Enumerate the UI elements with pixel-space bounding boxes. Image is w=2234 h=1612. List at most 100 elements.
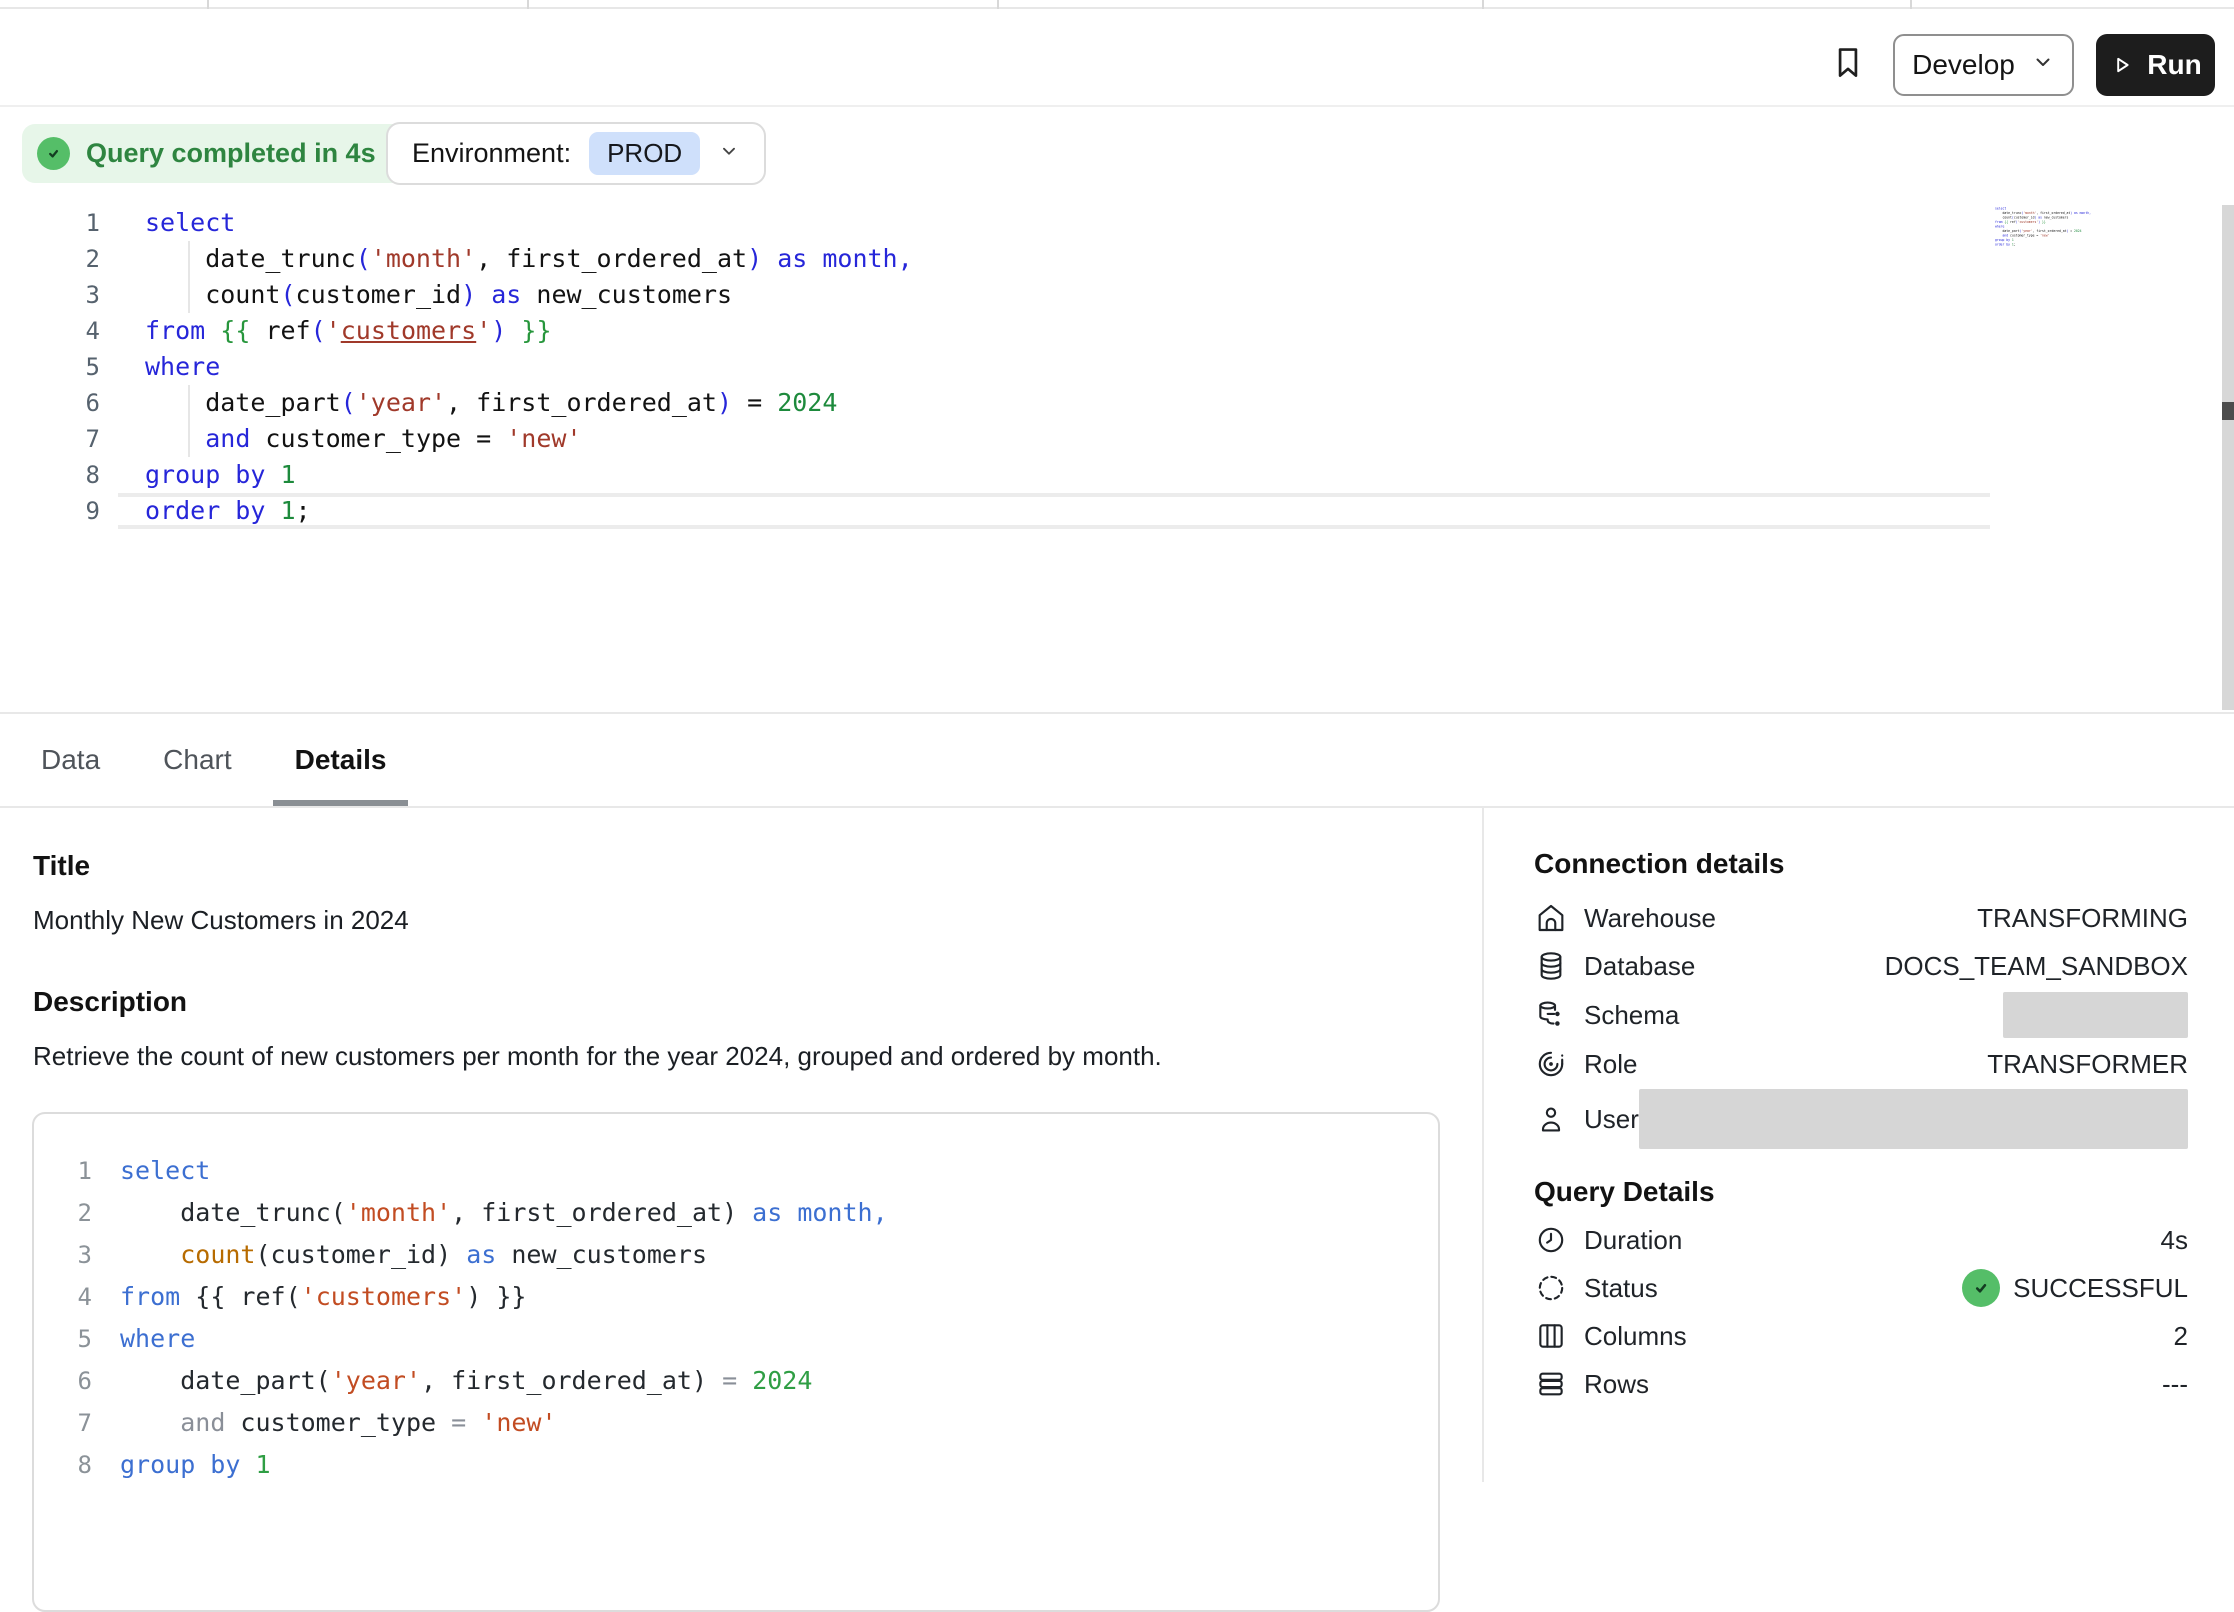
detail-row-value: 4s xyxy=(2161,1225,2188,1256)
line-number: 8 xyxy=(34,1444,92,1486)
bookmark-icon xyxy=(1829,41,1867,88)
result-tab[interactable]: Chart xyxy=(155,714,239,806)
detail-row: Role TRANSFORMER xyxy=(1534,1040,2188,1088)
detail-row: Rows --- xyxy=(1534,1360,2188,1408)
chevron-down-icon xyxy=(2031,49,2055,81)
query-details-heading: Query Details xyxy=(1534,1176,2188,1208)
sql-editor[interactable]: 1select2 date_trunc('month', first_order… xyxy=(0,205,2234,529)
line-number: 8 xyxy=(0,457,100,493)
line-number: 6 xyxy=(34,1360,92,1402)
detail-row-label: Schema xyxy=(1584,1000,1679,1031)
connection-details-rows: Warehouse TRANSFORMING Database DOCS_TEA… xyxy=(1534,894,2188,1150)
app-root: { "toolbar": { "develop_label": "Develop… xyxy=(0,0,2234,1482)
detail-row-label: Rows xyxy=(1584,1369,1649,1400)
connection-details-panel: Connection details Warehouse TRANSFORMIN… xyxy=(1482,808,2234,1482)
detail-row-label: Duration xyxy=(1584,1225,1682,1256)
line-number: 4 xyxy=(34,1276,92,1318)
database-icon xyxy=(1534,949,1568,983)
editor-scrollbar[interactable] xyxy=(2222,205,2234,710)
detail-row-label: User xyxy=(1584,1104,1639,1135)
editor-minimap[interactable]: select date_trunc('month', first_ordered… xyxy=(1995,206,2113,258)
code-line: 2 date_trunc('month', first_ordered_at) … xyxy=(34,1192,1438,1234)
warehouse-icon xyxy=(1534,901,1568,935)
line-number: 7 xyxy=(0,421,100,457)
supplied-sql-code-block: 1select2 date_trunc('month', first_order… xyxy=(32,1112,1440,1612)
title-section-label: Title xyxy=(33,850,1480,882)
detail-row: Schema xyxy=(1534,990,2188,1040)
editor-scrollbar-thumb[interactable] xyxy=(2222,402,2234,420)
develop-mode-label: Develop xyxy=(1912,49,2015,81)
toolbar: Develop Run xyxy=(0,11,2234,107)
clock-icon xyxy=(1534,1223,1568,1257)
detail-row-label: Role xyxy=(1584,1049,1637,1080)
indent-guide xyxy=(188,421,190,457)
indent-guide xyxy=(188,277,190,313)
result-tab[interactable]: Details xyxy=(287,714,395,806)
status-circle-icon xyxy=(1534,1271,1568,1305)
line-number: 4 xyxy=(0,313,100,349)
develop-mode-button[interactable]: Develop xyxy=(1893,34,2074,96)
line-number: 6 xyxy=(0,385,100,421)
code-line: 9order by 1; xyxy=(0,493,2234,529)
code-line: order by 1; xyxy=(1995,242,2113,247)
query-status-text: Query completed in 4s xyxy=(86,138,376,169)
tab-divider xyxy=(1482,0,1484,9)
indent-guide xyxy=(188,241,190,277)
tab-divider xyxy=(527,0,529,9)
code-line: 1select xyxy=(0,205,2234,241)
result-tab[interactable]: Data xyxy=(33,714,108,806)
bookmark-button[interactable] xyxy=(1824,35,1872,93)
minimap-code: select date_trunc('month', first_ordered… xyxy=(1995,206,2113,247)
result-tab-label: Details xyxy=(295,744,387,776)
query-details-rows: Duration 4s Status SUCCESSFUL Columns xyxy=(1534,1216,2188,1408)
detail-row-label: Columns xyxy=(1584,1321,1687,1352)
detail-row-label: Status xyxy=(1584,1273,1658,1304)
run-label: Run xyxy=(2147,49,2201,81)
code-line: 8group by 1 xyxy=(34,1444,1438,1486)
success-check-icon xyxy=(37,137,70,170)
run-button[interactable]: Run xyxy=(2096,34,2215,96)
redacted-value-box xyxy=(1639,1089,2188,1149)
environment-select[interactable]: Environment: PROD xyxy=(386,122,766,185)
result-tab-label: Chart xyxy=(163,744,231,776)
description-section-label: Description xyxy=(33,986,1480,1018)
detail-row-value: 2 xyxy=(2174,1321,2188,1352)
line-number: 1 xyxy=(34,1150,92,1192)
chevron-down-icon xyxy=(718,138,740,169)
line-number: 3 xyxy=(34,1234,92,1276)
window-tab-strip xyxy=(0,0,2234,9)
environment-value-pill: PROD xyxy=(589,132,700,175)
play-icon xyxy=(2109,52,2135,78)
columns-icon xyxy=(1534,1319,1568,1353)
line-number: 5 xyxy=(0,349,100,385)
code-line: 6 date_part('year', first_ordered_at) = … xyxy=(0,385,2234,421)
code-line: 3 count(customer_id) as new_customers xyxy=(34,1234,1438,1276)
line-number: 2 xyxy=(0,241,100,277)
detail-row-value: TRANSFORMING xyxy=(1977,903,2188,934)
detail-row-label: Database xyxy=(1584,951,1695,982)
result-tabs: Data Chart Details xyxy=(0,712,2234,808)
detail-row-value: DOCS_TEAM_SANDBOX xyxy=(1885,951,2188,982)
detail-row: Database DOCS_TEAM_SANDBOX xyxy=(1534,942,2188,990)
code-line: 5where xyxy=(0,349,2234,385)
schema-icon xyxy=(1534,998,1568,1032)
detail-row: Status SUCCESSFUL xyxy=(1534,1264,2188,1312)
result-tab-label: Data xyxy=(41,744,100,776)
tab-divider xyxy=(997,0,999,9)
supplied-sql-code: 1select2 date_trunc('month', first_order… xyxy=(34,1150,1438,1486)
detail-row: Warehouse TRANSFORMING xyxy=(1534,894,2188,942)
code-line: 8group by 1 xyxy=(0,457,2234,493)
user-icon xyxy=(1534,1102,1568,1136)
code-line: 4from {{ ref('customers') }} xyxy=(34,1276,1438,1318)
description-value: Retrieve the count of new customers per … xyxy=(33,1041,1480,1072)
line-number: 3 xyxy=(0,277,100,313)
title-value: Monthly New Customers in 2024 xyxy=(33,905,1480,936)
environment-label: Environment: xyxy=(412,138,571,169)
code-line: 4from {{ ref('customers') }} xyxy=(0,313,2234,349)
line-number: 2 xyxy=(34,1192,92,1234)
detail-row-value: SUCCESSFUL xyxy=(1962,1269,2188,1307)
redacted-value-box xyxy=(2003,992,2188,1038)
role-icon xyxy=(1534,1047,1568,1081)
line-number: 9 xyxy=(0,493,100,529)
detail-row-value: TRANSFORMER xyxy=(1987,1049,2188,1080)
